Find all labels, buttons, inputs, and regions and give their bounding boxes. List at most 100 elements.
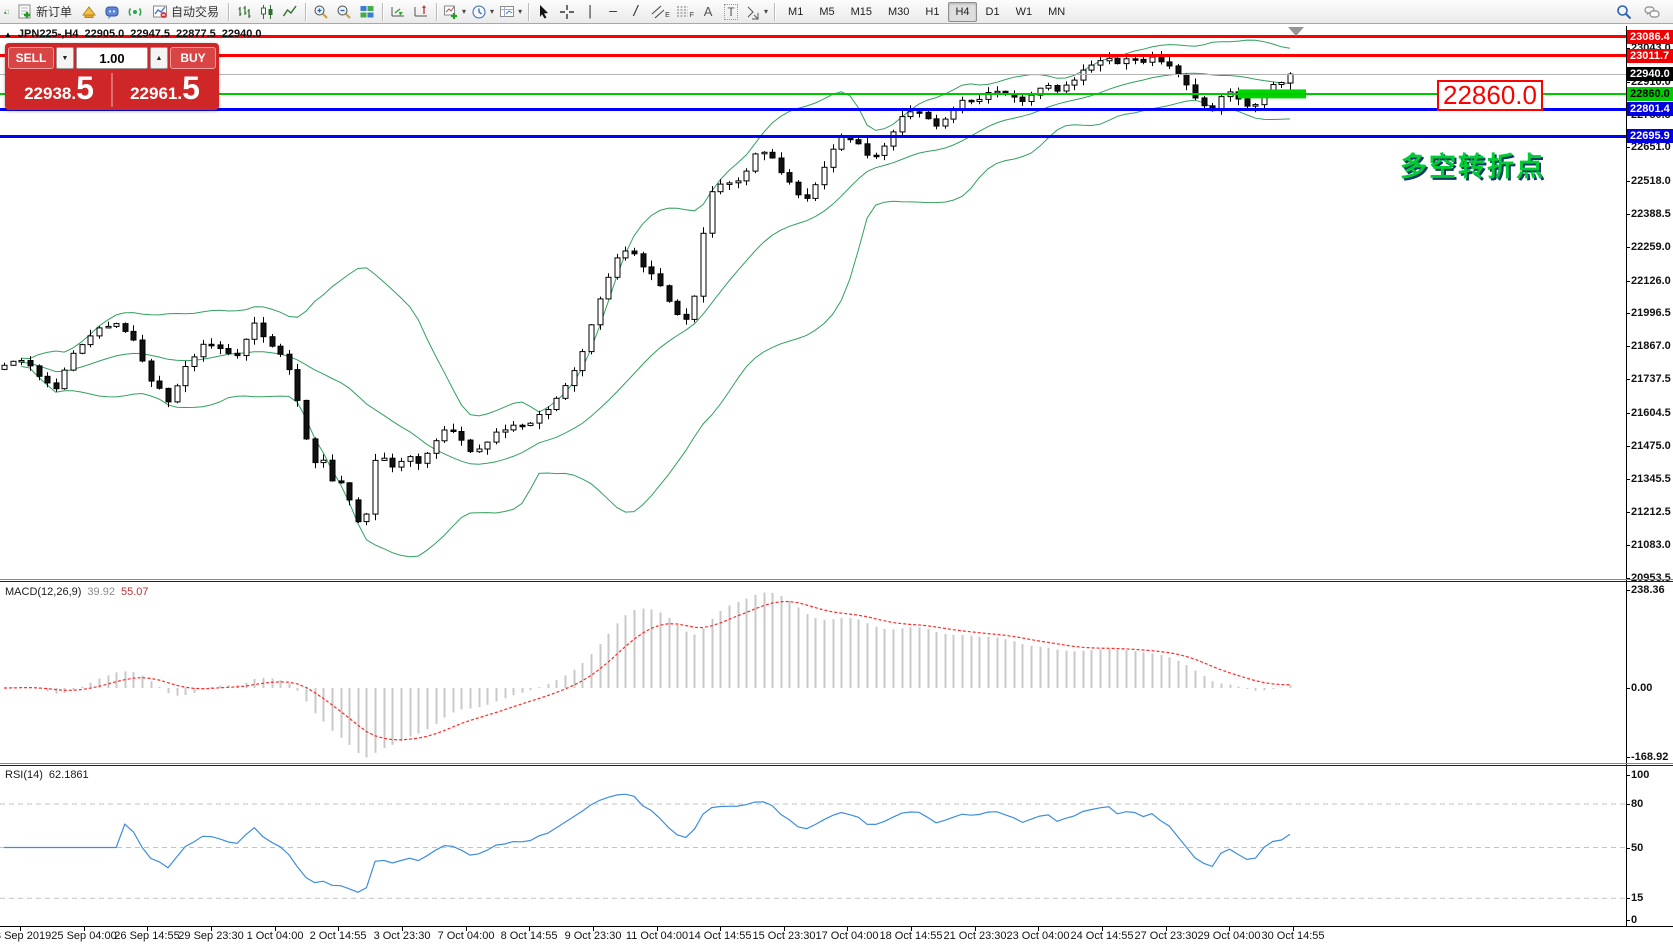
bull-candle-body [183, 367, 188, 386]
bar-chart-icon [236, 4, 252, 20]
ohlc-low-value: 22877.5 [176, 28, 216, 40]
bear-candle-body [865, 144, 870, 155]
timeframe-button-d1[interactable]: D1 [979, 2, 1007, 22]
macd-signal-line [4, 602, 1290, 740]
fibonacci-tool-button[interactable]: F [673, 2, 696, 22]
bull-candle-body [1064, 85, 1069, 91]
text-label-tool-button[interactable]: T [720, 2, 742, 22]
bull-candle-body [813, 185, 818, 199]
volume-increase-button[interactable]: ▲ [150, 47, 168, 69]
vertical-line-tool-button[interactable]: | [579, 2, 601, 22]
zoom-in-icon [313, 4, 329, 20]
pane-separator[interactable] [0, 765, 1673, 766]
timeframe-button-h1[interactable]: H1 [918, 2, 946, 22]
time-axis-label: 9 Oct 23:30 [565, 930, 622, 942]
timeframe-button-m5[interactable]: M5 [812, 2, 841, 22]
market-depth-button[interactable] [78, 2, 100, 22]
ask-price[interactable]: 22961.5 [114, 73, 216, 107]
bear-candle-body [917, 112, 922, 114]
buy-button[interactable]: BUY [170, 47, 216, 69]
chat-button[interactable] [1641, 2, 1663, 22]
one-click-toggle-arrow[interactable]: ▲ [4, 30, 12, 39]
crosshair-tool-button[interactable] [556, 2, 578, 22]
bull-candle-body [511, 425, 516, 430]
auto-trading-button[interactable]: 自动交易 [147, 2, 224, 22]
dropdown-caret-icon: ▾ [490, 8, 494, 16]
bear-candle-body [54, 383, 59, 389]
timeframe-button-m15[interactable]: M15 [844, 2, 879, 22]
clipped-chart-icon[interactable] [2, 2, 11, 22]
bear-candle-body [157, 381, 162, 388]
search-button[interactable] [1613, 2, 1635, 22]
chart-symbol-header: ▲ JPN225-,H4 22905.0 22947.5 22877.5 229… [4, 28, 262, 40]
bollinger-lower-band [21, 100, 1290, 557]
bear-candle-body [1245, 99, 1250, 106]
bull-candle-body [753, 154, 758, 171]
trendline-tool-button[interactable]: / [625, 2, 647, 22]
timeframe-button-w1[interactable]: W1 [1009, 2, 1040, 22]
channel-tool-button[interactable]: E [648, 2, 672, 22]
horizontal-level-line[interactable] [0, 93, 1626, 95]
line-chart-button[interactable] [279, 2, 301, 22]
price-divider [111, 73, 113, 107]
timeframe-button-mn[interactable]: MN [1041, 2, 1072, 22]
time-axis-label: 24 Oct 14:55 [1071, 930, 1134, 942]
arrows-tool-button[interactable]: ▾ [743, 2, 770, 22]
signals-button[interactable] [124, 2, 146, 22]
candlestick-button[interactable] [256, 2, 278, 22]
bull-candle-body [1288, 74, 1293, 83]
text-tool-button[interactable]: A [697, 2, 719, 22]
chart-shift-marker-icon[interactable] [1288, 27, 1304, 36]
cursor-icon [536, 4, 552, 20]
rsi-scale-label: 15 [1631, 892, 1643, 904]
bid-price[interactable]: 22938.5 [8, 73, 110, 107]
volume-input[interactable] [76, 47, 148, 69]
bar-chart-button[interactable] [233, 2, 255, 22]
horizontal-level-line[interactable] [0, 135, 1626, 138]
bull-candle-body [692, 296, 697, 319]
timeframe-button-m1[interactable]: M1 [781, 2, 810, 22]
bull-candle-body [503, 430, 508, 432]
bull-candle-body [19, 361, 24, 363]
horizontal-level-line[interactable] [0, 108, 1626, 111]
zoom-in-button[interactable] [310, 2, 332, 22]
horizontal-level-line[interactable] [0, 54, 1626, 57]
horizontal-line-tool-button[interactable]: — [602, 2, 624, 22]
price-axis-tag: 22860.0 [1627, 87, 1673, 101]
bear-candle-body [278, 346, 283, 354]
new-order-button[interactable]: 新订单 [12, 2, 77, 22]
volume-decrease-button[interactable]: ▼ [56, 47, 74, 69]
price-annotation-box: 22860.0 [1437, 80, 1543, 111]
auto-scroll-button[interactable] [387, 2, 409, 22]
bear-candle-body [140, 340, 145, 361]
cursor-tool-button[interactable] [533, 2, 555, 22]
fibo-sub-label: F [690, 12, 694, 19]
chat-bubbles-icon [1644, 4, 1660, 20]
pane-separator[interactable] [0, 763, 1673, 764]
bull-candle-body [364, 514, 369, 522]
price-tick-mark [1626, 379, 1630, 380]
pane-separator[interactable] [0, 579, 1673, 580]
templates-button[interactable]: ▾ [497, 2, 524, 22]
timeframe-button-h4[interactable]: H4 [948, 2, 976, 22]
sell-button[interactable]: SELL [8, 47, 54, 69]
time-axis-label: 11 Oct 04:00 [626, 930, 688, 942]
candlestick-icon [259, 4, 275, 20]
bull-candle-body [11, 361, 16, 365]
separator [228, 3, 229, 21]
indicators-button[interactable]: ▾ [441, 2, 468, 22]
tile-windows-button[interactable] [356, 2, 378, 22]
pane-separator[interactable] [0, 581, 1673, 582]
chart-shift-button[interactable] [410, 2, 432, 22]
separator [774, 3, 775, 21]
indicators-plus-icon [443, 4, 459, 20]
rsi-indicator-label: RSI(14) 62.1861 [5, 769, 89, 781]
auto-trading-label: 自动交易 [171, 3, 219, 20]
timeframe-button-m30[interactable]: M30 [881, 2, 916, 22]
bear-candle-body [874, 155, 879, 157]
periods-button[interactable]: ▾ [469, 2, 496, 22]
rsi-scale-tick [1626, 848, 1630, 849]
community-button[interactable] [101, 2, 123, 22]
bear-candle-body [45, 376, 50, 383]
zoom-out-button[interactable] [333, 2, 355, 22]
